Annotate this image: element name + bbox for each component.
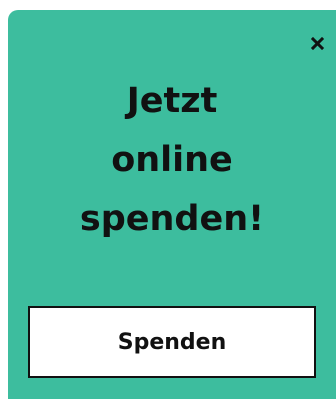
close-icon: [310, 36, 324, 50]
headline-line-2: online: [111, 140, 233, 180]
donate-button[interactable]: Spenden: [28, 306, 316, 378]
close-button[interactable]: [308, 34, 326, 52]
donation-popup: Jetzt online spenden! Spenden: [8, 10, 336, 399]
headline-line-3: spenden!: [79, 199, 265, 239]
headline-line-1: Jetzt: [126, 81, 218, 121]
popup-headline: Jetzt online spenden!: [8, 72, 336, 249]
